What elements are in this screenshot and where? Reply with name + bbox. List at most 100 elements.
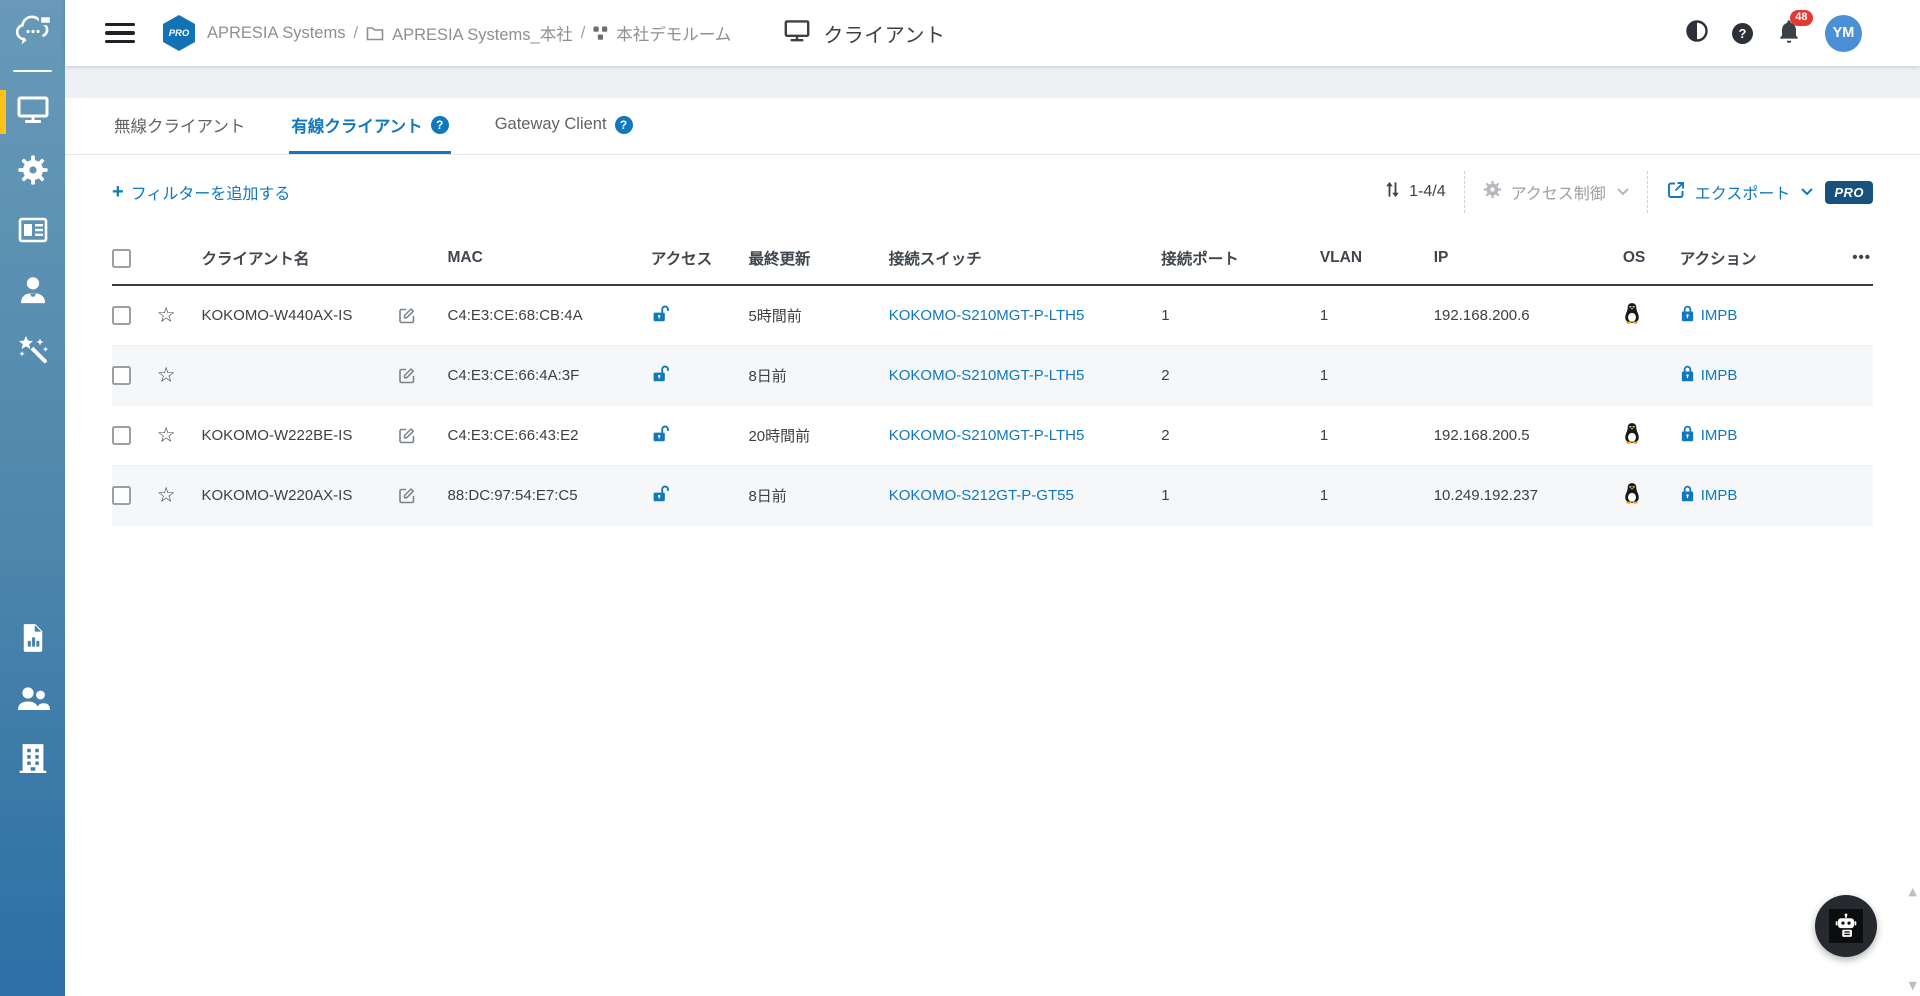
impb-label: IMPB bbox=[1701, 487, 1738, 504]
client-vlan: 1 bbox=[1320, 465, 1434, 525]
header-mac[interactable]: MAC bbox=[448, 229, 651, 285]
access-unlocked-icon[interactable] bbox=[651, 424, 670, 443]
sidebar-item-reports[interactable] bbox=[0, 610, 65, 670]
page-title-group: クライアント bbox=[783, 19, 945, 48]
sidebar-item-users[interactable] bbox=[0, 670, 65, 730]
access-unlocked-icon[interactable] bbox=[651, 484, 670, 503]
edit-name-icon[interactable] bbox=[398, 486, 416, 504]
impb-label: IMPB bbox=[1701, 427, 1738, 444]
table-toolbar: + フィルターを追加する 1-4/4 bbox=[65, 155, 1920, 229]
row-checkbox[interactable] bbox=[112, 306, 131, 325]
tab-gateway-client[interactable]: Gateway Client ? bbox=[493, 98, 635, 154]
client-table-row[interactable]: ☆ KOKOMO-W222BE-IS C4:E3:CE:66:43:E2 bbox=[112, 405, 1873, 465]
os-linux-icon bbox=[1623, 431, 1641, 448]
client-port: 2 bbox=[1161, 345, 1320, 405]
favorite-star-icon[interactable]: ☆ bbox=[157, 423, 176, 447]
pro-hexagon-badge: PRO bbox=[163, 15, 195, 51]
tab-help-icon[interactable]: ? bbox=[431, 116, 449, 134]
person-tie-icon bbox=[17, 274, 49, 311]
favorite-star-icon[interactable]: ☆ bbox=[157, 363, 176, 387]
impb-action-button[interactable]: IMPB bbox=[1680, 485, 1824, 506]
access-control-button[interactable]: アクセス制御 bbox=[1483, 180, 1629, 204]
edit-name-icon[interactable] bbox=[398, 426, 416, 444]
header-client-name[interactable]: クライアント名 bbox=[201, 229, 447, 285]
export-icon bbox=[1666, 180, 1686, 205]
header-vlan[interactable]: VLAN bbox=[1320, 229, 1434, 285]
breadcrumb: APRESIA Systems / APRESIA Systems_本社 / 本… bbox=[207, 21, 731, 45]
select-all-checkbox[interactable] bbox=[112, 249, 131, 268]
sidebar-item-wizard[interactable] bbox=[0, 322, 65, 382]
edit-name-icon[interactable] bbox=[398, 306, 416, 324]
client-last-update: 8日前 bbox=[748, 345, 888, 405]
tab-bar: 無線クライアント 有線クライアント ? Gateway Client ? bbox=[65, 98, 1920, 155]
lock-icon bbox=[1680, 365, 1695, 386]
access-unlocked-icon[interactable] bbox=[651, 304, 670, 323]
tab-wired-clients[interactable]: 有線クライアント ? bbox=[289, 98, 450, 154]
os-linux-icon bbox=[1623, 491, 1641, 508]
client-vlan: 1 bbox=[1320, 405, 1434, 465]
switch-link[interactable]: KOKOMO-S210MGT-P-LTH5 bbox=[889, 307, 1085, 324]
edit-name-icon[interactable] bbox=[398, 366, 416, 384]
impb-action-button[interactable]: IMPB bbox=[1680, 305, 1824, 326]
client-port: 1 bbox=[1161, 465, 1320, 525]
sidebar-item-news[interactable] bbox=[0, 202, 65, 262]
building-icon bbox=[18, 743, 48, 778]
clients-table: クライアント名 MAC アクセス 最終更新 接続スイッチ 接続ポート VLAN … bbox=[112, 229, 1873, 526]
tab-help-icon[interactable]: ? bbox=[615, 116, 633, 134]
switch-link[interactable]: KOKOMO-S210MGT-P-LTH5 bbox=[889, 427, 1085, 444]
sidebar-item-admin[interactable] bbox=[0, 262, 65, 322]
sidebar bbox=[0, 0, 65, 996]
row-checkbox[interactable] bbox=[112, 486, 131, 505]
help-icon[interactable]: ? bbox=[1732, 23, 1753, 44]
export-button[interactable]: エクスポート bbox=[1666, 180, 1814, 205]
breadcrumb-room[interactable]: 本社デモルーム bbox=[616, 21, 731, 45]
access-unlocked-icon[interactable] bbox=[651, 364, 670, 383]
client-table-row[interactable]: ☆ KOKOMO-W220AX-IS 88:DC:97:54:E7:C5 bbox=[112, 465, 1873, 525]
tab-wireless-clients[interactable]: 無線クライアント bbox=[112, 98, 247, 154]
sidebar-item-organization[interactable] bbox=[0, 730, 65, 790]
add-filter-button[interactable]: + フィルターを追加する bbox=[112, 180, 290, 204]
impb-action-button[interactable]: IMPB bbox=[1680, 425, 1824, 446]
os-linux-icon bbox=[1623, 311, 1641, 328]
switch-link[interactable]: KOKOMO-S210MGT-P-LTH5 bbox=[889, 367, 1085, 384]
client-name: KOKOMO-W222BE-IS bbox=[201, 427, 352, 444]
breadcrumb-site[interactable]: APRESIA Systems_本社 bbox=[392, 21, 573, 45]
header-access[interactable]: アクセス bbox=[651, 229, 749, 285]
header-os[interactable]: OS bbox=[1623, 229, 1680, 285]
sidebar-divider bbox=[13, 70, 52, 72]
assistant-fab-button[interactable] bbox=[1815, 895, 1877, 957]
header-action[interactable]: アクション bbox=[1680, 229, 1830, 285]
notifications-bell[interactable]: 48 bbox=[1777, 18, 1801, 49]
people-icon bbox=[16, 684, 50, 717]
folder-icon bbox=[366, 26, 384, 41]
row-checkbox[interactable] bbox=[112, 426, 131, 445]
user-avatar[interactable]: YM bbox=[1825, 15, 1862, 52]
sidebar-item-clients[interactable] bbox=[0, 82, 65, 142]
favorite-star-icon[interactable]: ☆ bbox=[157, 483, 176, 507]
client-table-row[interactable]: ☆ C4:E3:CE:66:4A:3F bbox=[112, 345, 1873, 405]
content-card: 無線クライアント 有線クライアント ? Gateway Client ? + フ… bbox=[65, 98, 1920, 996]
header-ip[interactable]: IP bbox=[1434, 229, 1623, 285]
client-ip: 10.249.192.237 bbox=[1434, 465, 1623, 525]
breadcrumb-org[interactable]: APRESIA Systems bbox=[207, 24, 345, 43]
contrast-theme-icon[interactable] bbox=[1686, 20, 1708, 47]
header-switch[interactable]: 接続スイッチ bbox=[889, 229, 1161, 285]
impb-action-button[interactable]: IMPB bbox=[1680, 365, 1824, 386]
pagination-group[interactable]: 1-4/4 bbox=[1385, 181, 1445, 203]
sidebar-logo[interactable] bbox=[0, 0, 65, 66]
client-table-row[interactable]: ☆ KOKOMO-W440AX-IS C4:E3:CE:68:CB:4A bbox=[112, 285, 1873, 345]
favorite-star-icon[interactable]: ☆ bbox=[157, 303, 176, 327]
switch-link[interactable]: KOKOMO-S212GT-P-GT55 bbox=[889, 487, 1074, 504]
lock-icon bbox=[1680, 305, 1695, 326]
scrollbar-down-icon[interactable]: ▼ bbox=[1909, 979, 1917, 992]
sidebar-item-settings[interactable] bbox=[0, 142, 65, 202]
column-settings-button[interactable]: ••• bbox=[1852, 249, 1871, 266]
row-checkbox[interactable] bbox=[112, 366, 131, 385]
client-port: 1 bbox=[1161, 285, 1320, 345]
header-port[interactable]: 接続ポート bbox=[1161, 229, 1320, 285]
header-last-update[interactable]: 最終更新 bbox=[748, 229, 888, 285]
hamburger-menu-icon[interactable] bbox=[105, 23, 135, 44]
impb-label: IMPB bbox=[1701, 367, 1738, 384]
scrollbar-up-icon[interactable]: ▲ bbox=[1909, 885, 1917, 898]
client-last-update: 8日前 bbox=[748, 465, 888, 525]
